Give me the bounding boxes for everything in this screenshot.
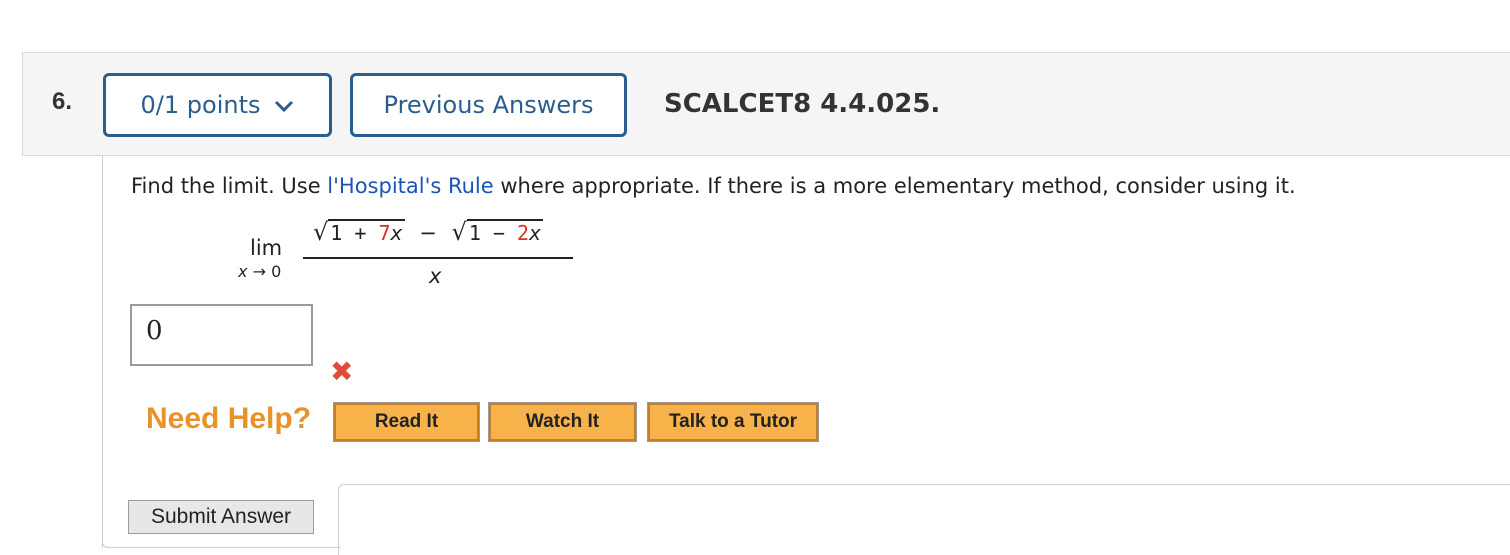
watch-it-button[interactable]: Watch It xyxy=(488,402,637,442)
submit-answer-button[interactable]: Submit Answer xyxy=(128,500,314,534)
talk-to-tutor-button[interactable]: Talk to a Tutor xyxy=(647,402,819,442)
feedback-panel xyxy=(338,484,1510,555)
limit-denominator: x xyxy=(429,264,442,288)
chevron-down-icon xyxy=(274,91,294,119)
sqrt-term-2: √ 1 − 2x xyxy=(451,218,544,246)
answer-input[interactable]: 0 xyxy=(130,304,313,366)
lhospital-rule-link[interactable]: l'Hospital's Rule xyxy=(327,174,493,198)
need-help-label: Need Help? xyxy=(146,402,312,435)
fraction-bar xyxy=(303,257,573,259)
previous-answers-button[interactable]: Previous Answers xyxy=(350,73,627,137)
points-dropdown-button[interactable]: 0/1 points xyxy=(103,73,332,137)
limit-numerator: √ 1 + 7x − √ 1 − 2x xyxy=(313,218,544,246)
sqrt-term-1: √ 1 + 7x xyxy=(313,218,405,246)
points-label: 0/1 points xyxy=(140,91,261,119)
incorrect-x-icon: ✖ xyxy=(330,355,354,388)
limit-operator: lim xyxy=(250,236,283,260)
question-prompt: Find the limit. Use l'Hospital's Rule wh… xyxy=(131,174,1296,198)
question-number: 6. xyxy=(52,88,73,115)
limit-subscript: x → 0 xyxy=(238,262,282,281)
read-it-button[interactable]: Read It xyxy=(333,402,480,442)
question-id: SCALCET8 4.4.025. xyxy=(664,89,941,119)
previous-answers-label: Previous Answers xyxy=(383,91,594,119)
